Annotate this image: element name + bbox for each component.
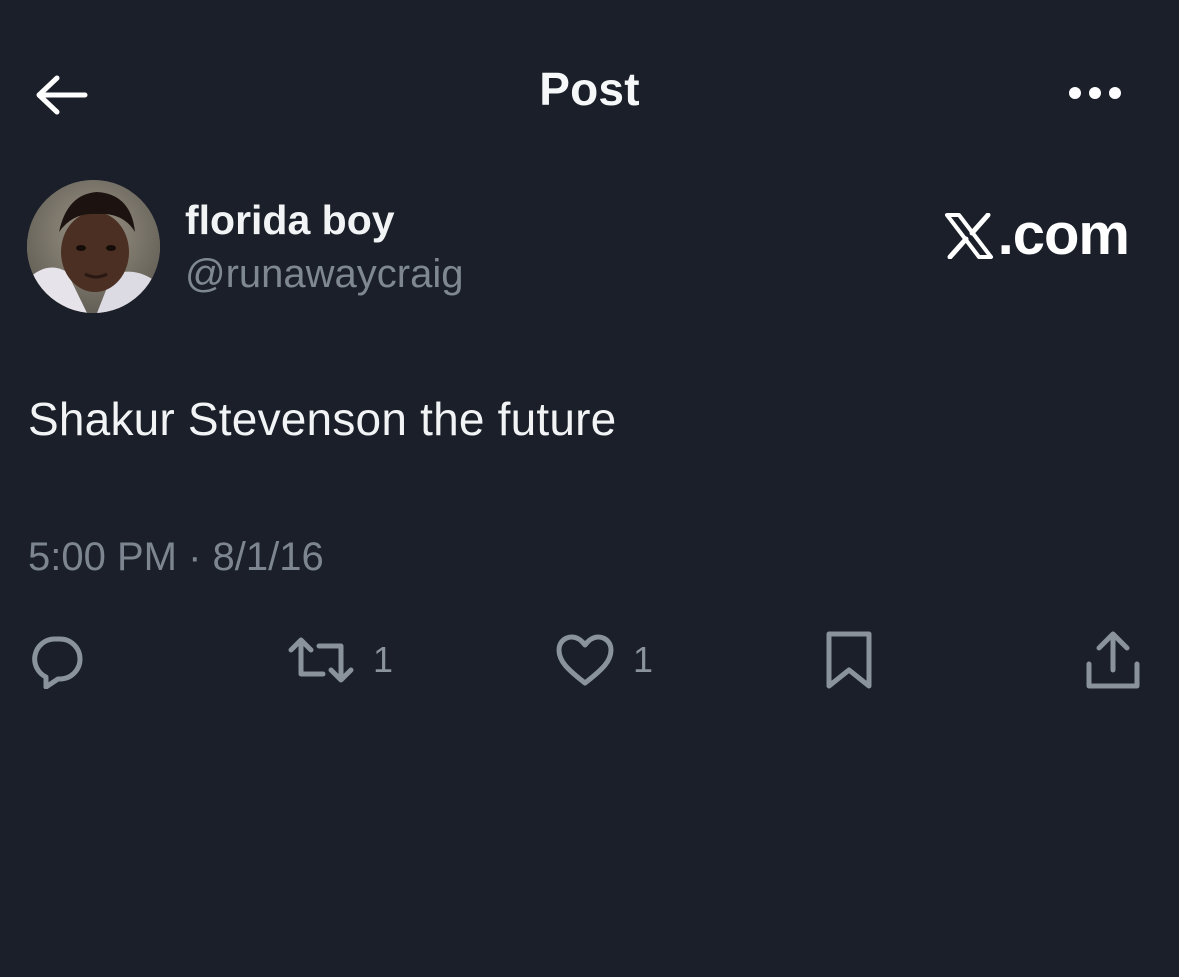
heart-icon bbox=[556, 634, 614, 686]
watermark-text: .com bbox=[997, 202, 1130, 267]
avatar[interactable] bbox=[27, 180, 160, 313]
post-timestamp[interactable]: 5:00 PM · 8/1/16 bbox=[28, 535, 324, 580]
top-bar: Post bbox=[0, 0, 1179, 185]
repost-icon bbox=[288, 637, 354, 683]
x-com-watermark: .com bbox=[944, 201, 1130, 268]
more-options-button[interactable] bbox=[1058, 74, 1132, 112]
x-logo-icon bbox=[944, 212, 993, 259]
like-button[interactable]: 1 bbox=[555, 620, 653, 700]
reply-button[interactable] bbox=[28, 620, 86, 700]
share-button[interactable] bbox=[1084, 620, 1142, 700]
post-text: Shakur Stevenson the future bbox=[28, 393, 617, 445]
repost-count: 1 bbox=[373, 639, 394, 680]
page-title: Post bbox=[539, 63, 640, 115]
like-count: 1 bbox=[633, 639, 654, 680]
action-bar: 1 1 bbox=[0, 620, 1179, 700]
repost-button[interactable]: 1 bbox=[287, 620, 393, 700]
avatar-photo bbox=[27, 180, 160, 313]
reply-icon bbox=[32, 636, 83, 689]
bookmark-icon bbox=[826, 631, 872, 689]
share-icon bbox=[1086, 631, 1140, 689]
author-name[interactable]: florida boy bbox=[185, 197, 395, 244]
more-horizontal-icon bbox=[1069, 87, 1121, 99]
author-handle[interactable]: @runawaycraig bbox=[185, 252, 464, 297]
bookmark-button[interactable] bbox=[823, 620, 875, 700]
